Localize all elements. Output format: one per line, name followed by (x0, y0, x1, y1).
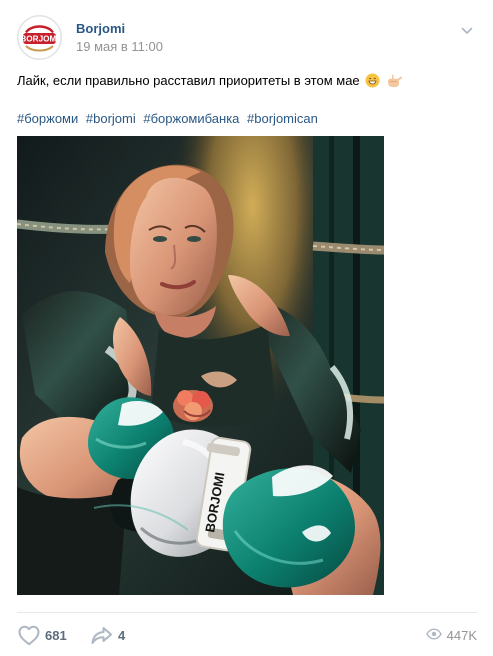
hashtag-borjomi-can-ru[interactable]: #боржомибанка (143, 111, 239, 126)
borjomi-avatar[interactable]: BORJOMI (17, 15, 62, 60)
post-photo[interactable]: BORJOMI (17, 136, 384, 595)
post-author-name[interactable]: Borjomi (76, 21, 125, 37)
post-message: Лайк, если правильно расставил приоритет… (17, 73, 360, 88)
hashtag-borjomi-ru[interactable]: #боржоми (17, 111, 78, 126)
heart-icon (18, 625, 40, 646)
avatar-logo-text: BORJOMI (20, 35, 58, 44)
hashtag-borjomican[interactable]: #borjomican (247, 111, 318, 126)
post-actions: 681 4 447K (17, 622, 477, 648)
share-count: 4 (118, 628, 126, 643)
like-count: 681 (45, 628, 67, 643)
post-text: Лайк, если правильно расставил приоритет… (17, 72, 447, 89)
borjomi-logo-icon: BORJOMI (17, 15, 62, 60)
grin-icon (365, 73, 380, 88)
post-header: BORJOMI Borjomi 19 мая в 11:00 (17, 15, 477, 61)
post-footer-divider (17, 612, 477, 613)
views-count: 447K (446, 628, 477, 643)
chevron-down-icon (461, 27, 473, 34)
call-me-hand-icon (386, 73, 402, 88)
share-icon (91, 627, 112, 644)
eye-icon (426, 628, 442, 640)
boxer-can-photo: BORJOMI (17, 136, 384, 595)
hashtag-borjomi[interactable]: #borjomi (86, 111, 136, 126)
vk-post-card: BORJOMI Borjomi 19 мая в 11:00 Лайк, есл… (0, 0, 493, 656)
post-date[interactable]: 19 мая в 11:00 (76, 39, 163, 55)
post-menu-button[interactable] (459, 23, 475, 39)
hashtag-list: #боржоми #borjomi #боржомибанка #borjomi… (17, 110, 322, 127)
